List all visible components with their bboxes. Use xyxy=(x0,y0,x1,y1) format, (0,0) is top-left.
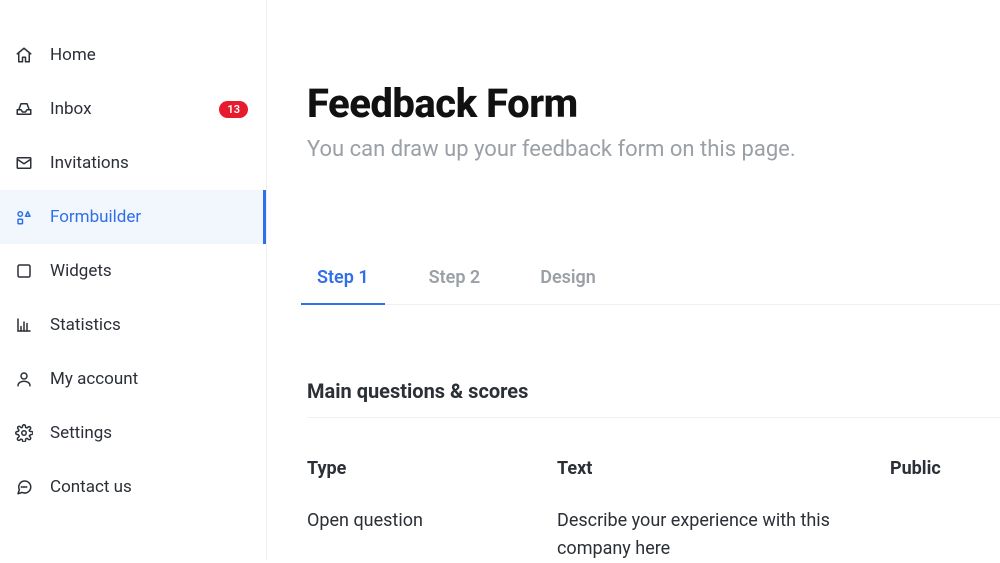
sidebar-item-inbox[interactable]: Inbox 13 xyxy=(0,82,266,136)
sidebar: Home Inbox 13 Invitations Formbuilder xyxy=(0,0,267,560)
inbox-icon xyxy=(14,99,34,119)
home-icon xyxy=(14,45,34,65)
shapes-icon xyxy=(14,207,34,227)
envelope-icon xyxy=(14,153,34,173)
sidebar-item-contact-us[interactable]: Contact us xyxy=(0,460,266,514)
sidebar-item-label: Settings xyxy=(50,423,248,443)
tab-design[interactable]: Design xyxy=(530,267,606,304)
inbox-badge: 13 xyxy=(219,101,248,118)
sidebar-item-label: Contact us xyxy=(50,477,248,497)
sidebar-item-invitations[interactable]: Invitations xyxy=(0,136,266,190)
gear-icon xyxy=(14,423,34,443)
sidebar-item-label: Formbuilder xyxy=(50,207,245,227)
table-row: Open question Describe your experience w… xyxy=(307,507,1000,563)
sidebar-item-formbuilder[interactable]: Formbuilder xyxy=(0,190,266,244)
questions-table: Type Text Public Open question Describe … xyxy=(307,458,1000,563)
column-header-type: Type xyxy=(307,458,557,479)
page-subtitle: You can draw up your feedback form on th… xyxy=(307,137,1000,162)
bar-chart-icon xyxy=(14,315,34,335)
sidebar-item-label: Home xyxy=(50,45,248,65)
column-header-public: Public xyxy=(890,458,960,479)
sidebar-item-statistics[interactable]: Statistics xyxy=(0,298,266,352)
sidebar-item-settings[interactable]: Settings xyxy=(0,406,266,460)
sidebar-item-widgets[interactable]: Widgets xyxy=(0,244,266,298)
table-header: Type Text Public xyxy=(307,458,1000,479)
cell-public xyxy=(890,507,960,563)
sidebar-item-label: My account xyxy=(50,369,248,389)
sidebar-item-label: Widgets xyxy=(50,261,248,281)
cell-text: Describe your experience with this compa… xyxy=(557,507,890,563)
main-content: Feedback Form You can draw up your feedb… xyxy=(267,0,1000,560)
cell-type: Open question xyxy=(307,507,557,563)
sidebar-item-label: Statistics xyxy=(50,315,248,335)
sidebar-item-home[interactable]: Home xyxy=(0,28,266,82)
sidebar-item-my-account[interactable]: My account xyxy=(0,352,266,406)
tab-step-2[interactable]: Step 2 xyxy=(419,267,491,304)
column-header-text: Text xyxy=(557,458,890,479)
sidebar-item-label: Invitations xyxy=(50,153,248,173)
section-title: Main questions & scores xyxy=(307,379,1000,418)
chat-icon xyxy=(14,477,34,497)
tab-step-1[interactable]: Step 1 xyxy=(307,267,379,304)
user-icon xyxy=(14,369,34,389)
sidebar-item-label: Inbox xyxy=(50,99,219,119)
tabs: Step 1 Step 2 Design xyxy=(307,267,1000,305)
page-title: Feedback Form xyxy=(307,80,1000,127)
square-icon xyxy=(14,261,34,281)
